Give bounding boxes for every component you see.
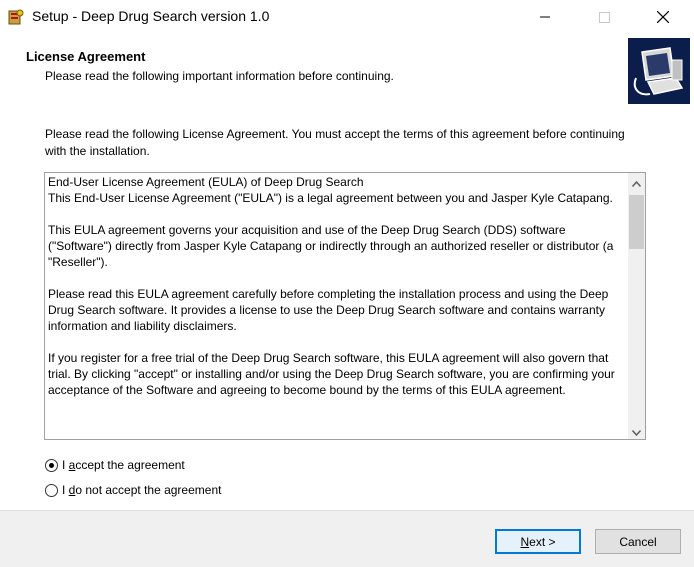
window-title: Setup - Deep Drug Search version 1.0 [32, 8, 270, 24]
decline-agreement-option[interactable]: I do not accept the agreement [45, 483, 221, 497]
decline-radio-button[interactable] [45, 483, 58, 497]
footer-bar: Next > Cancel [0, 510, 694, 567]
installer-computer-icon [628, 38, 690, 104]
minimize-button[interactable] [522, 0, 568, 34]
chevron-down-icon [631, 421, 642, 439]
accept-radio-button[interactable] [45, 458, 58, 472]
minimize-icon [540, 12, 550, 22]
scroll-down-button[interactable] [628, 422, 645, 439]
license-text-box[interactable]: End-User License Agreement (EULA) of Dee… [44, 172, 646, 440]
license-scrollbar[interactable] [628, 173, 645, 439]
decline-radio-label[interactable]: I do not accept the agreement [62, 483, 221, 497]
license-paragraph: Please read this EULA agreement carefull… [48, 287, 609, 333]
license-paragraph: This EULA agreement governs your acquisi… [48, 223, 614, 269]
close-icon [657, 11, 669, 23]
chevron-up-icon [631, 173, 642, 191]
accept-radio-label[interactable]: I accept the agreement [62, 458, 185, 472]
setup-app-icon [8, 9, 24, 25]
license-text: End-User License Agreement (EULA) of Dee… [48, 174, 624, 414]
license-paragraph: If you register for a free trial of the … [48, 351, 615, 397]
page-title: License Agreement [26, 49, 146, 64]
title-bar: Setup - Deep Drug Search version 1.0 [0, 0, 694, 36]
license-intro-text: Please read the following License Agreem… [45, 127, 625, 158]
license-heading: End-User License Agreement (EULA) of Dee… [48, 175, 364, 189]
cancel-button[interactable]: Cancel [595, 529, 681, 554]
license-paragraph: This End-User License Agreement ("EULA")… [48, 191, 613, 205]
next-button[interactable]: Next > [495, 529, 581, 554]
maximize-button[interactable] [581, 0, 627, 34]
scroll-thumb[interactable] [629, 195, 644, 249]
close-button[interactable] [640, 0, 686, 34]
accept-agreement-option[interactable]: I accept the agreement [45, 458, 185, 472]
page-subtitle: Please read the following important info… [45, 69, 394, 83]
scroll-up-button[interactable] [628, 173, 645, 190]
maximize-icon [598, 11, 610, 23]
